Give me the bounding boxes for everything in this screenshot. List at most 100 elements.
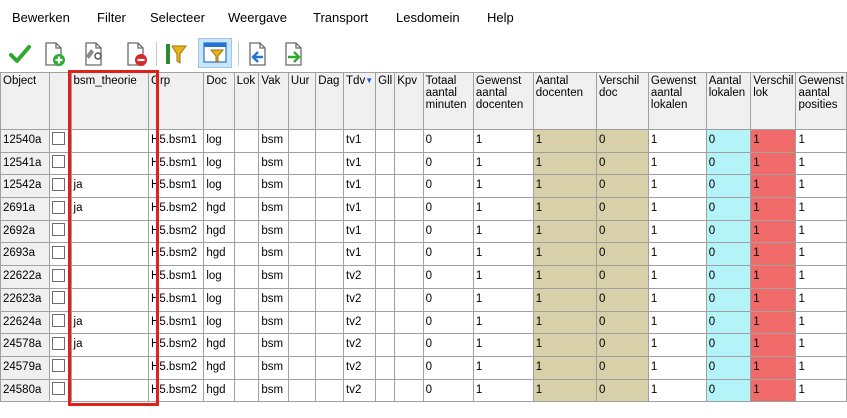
column-header-lok[interactable]: Lok [233,72,260,130]
cell-gll[interactable] [375,333,396,357]
new-document-icon[interactable] [40,40,68,68]
cell-lok[interactable] [233,129,260,153]
row-checkbox[interactable] [52,155,66,169]
cell-verschil-lok[interactable]: 1 [750,378,797,403]
cell-select[interactable] [49,355,72,380]
table-row[interactable]: 22623a H5.bsm1 log bsm tv2 0 1 1 0 1 0 1 1 [0,287,847,312]
cell-lok[interactable] [233,197,260,221]
column-header-verschil-lok[interactable]: Verschil lok [750,72,797,130]
cell-verschil-lok[interactable]: 1 [750,197,797,221]
cell-uur[interactable] [287,129,317,153]
cell-verschil-lok[interactable]: 1 [750,333,797,357]
cell-aantal-docenten[interactable]: 1 [532,310,597,335]
cell-vak[interactable]: bsm [258,129,289,153]
cell-aantal-lokalen[interactable]: 0 [705,378,752,403]
table-row[interactable]: 24580a H5.bsm2 hgd bsm tv2 0 1 1 0 1 0 1 1 [0,378,847,403]
cell-grp[interactable]: H5.bsm1 [148,151,205,176]
table-row[interactable]: 24579a H5.bsm2 hgd bsm tv2 0 1 1 0 1 0 1 1 [0,355,847,380]
cell-gewenst-aantal-docenten[interactable]: 1 [472,151,534,176]
cell-gewenst-aantal-posities[interactable]: 1 [795,129,847,153]
cell-dag[interactable] [315,355,345,380]
cell-dag[interactable] [315,310,345,335]
cell-bsm-theorie[interactable]: ja [70,310,150,335]
cell-uur[interactable] [287,287,317,312]
cell-gll[interactable] [375,378,396,403]
filter-active-icon[interactable] [198,38,232,68]
column-header-verschil-doc[interactable]: Verschil doc [595,72,649,130]
menu-lesdomein[interactable]: Lesdomein [396,10,460,25]
cell-grp[interactable]: H5.bsm2 [148,197,205,221]
cell-gewenst-aantal-docenten[interactable]: 1 [472,287,534,312]
cell-lok[interactable] [233,333,260,357]
cell-gewenst-aantal-lokalen[interactable]: 1 [647,310,707,335]
menu-weergave[interactable]: Weergave [228,10,287,25]
row-checkbox[interactable] [52,177,66,191]
cell-uur[interactable] [287,151,317,176]
cell-uur[interactable] [287,378,317,403]
cell-kpv[interactable] [394,355,424,380]
cell-dag[interactable] [315,151,345,176]
cell-doc[interactable]: log [203,174,235,199]
cell-vak[interactable]: bsm [258,219,289,244]
cell-aantal-docenten[interactable]: 1 [532,129,597,153]
cell-totaal-aantal-minuten[interactable]: 0 [422,174,474,199]
row-checkbox[interactable] [52,336,66,350]
cell-gewenst-aantal-posities[interactable]: 1 [795,197,847,221]
cell-gewenst-aantal-lokalen[interactable]: 1 [647,197,707,221]
table-row[interactable]: 12541a H5.bsm1 log bsm tv1 0 1 1 0 1 0 1 1 [0,151,847,176]
cell-bsm-theorie[interactable] [70,219,150,244]
cell-aantal-lokalen[interactable]: 0 [705,242,752,267]
table-row[interactable]: 2693a H5.bsm2 hgd bsm tv1 0 1 1 0 1 0 1 1 [0,242,847,267]
column-header-doc[interactable]: Doc [203,72,235,130]
cell-totaal-aantal-minuten[interactable]: 0 [422,151,474,176]
cell-kpv[interactable] [394,242,424,267]
cell-aantal-docenten[interactable]: 1 [532,174,597,199]
cell-gewenst-aantal-lokalen[interactable]: 1 [647,242,707,267]
column-header-aantal-docenten[interactable]: Aantal docenten [532,72,597,130]
cell-doc[interactable]: log [203,129,235,153]
table-row[interactable]: 2691a ja H5.bsm2 hgd bsm tv1 0 1 1 0 1 0 1 1 [0,197,847,221]
cell-bsm-theorie[interactable]: ja [70,333,150,357]
cell-grp[interactable]: H5.bsm2 [148,242,205,267]
column-header-totaal-aantal-minuten[interactable]: Totaal aantal minuten [422,72,474,130]
cell-uur[interactable] [287,333,317,357]
cell-uur[interactable] [287,219,317,244]
cell-doc[interactable]: hgd [203,219,235,244]
cell-gll[interactable] [375,174,396,199]
cell-uur[interactable] [287,265,317,289]
cell-grp[interactable]: H5.bsm2 [148,333,205,357]
table-row[interactable]: 22622a H5.bsm1 log bsm tv2 0 1 1 0 1 0 1 1 [0,265,847,289]
properties-icon[interactable] [80,40,108,68]
cell-totaal-aantal-minuten[interactable]: 0 [422,129,474,153]
cell-lok[interactable] [233,151,260,176]
cell-lok[interactable] [233,265,260,289]
cell-doc[interactable]: log [203,310,235,335]
cell-dag[interactable] [315,129,345,153]
table-row[interactable]: 12542a ja H5.bsm1 log bsm tv1 0 1 1 0 1 0 1 1 [0,174,847,199]
column-header-vak[interactable]: Vak [258,72,289,130]
cell-verschil-lok[interactable]: 1 [750,174,797,199]
cell-tdv[interactable]: tv1 [343,219,377,244]
cell-gewenst-aantal-lokalen[interactable]: 1 [647,333,707,357]
table-row[interactable]: 2692a H5.bsm2 hgd bsm tv1 0 1 1 0 1 0 1 1 [0,219,847,244]
cell-dag[interactable] [315,265,345,289]
cell-gewenst-aantal-docenten[interactable]: 1 [472,333,534,357]
cell-verschil-lok[interactable]: 1 [750,129,797,153]
column-header-grp[interactable]: Grp [148,72,205,130]
cell-select[interactable] [49,378,72,403]
cell-vak[interactable]: bsm [258,265,289,289]
row-checkbox[interactable] [52,200,66,214]
row-checkbox[interactable] [52,223,66,237]
cell-kpv[interactable] [394,197,424,221]
cell-totaal-aantal-minuten[interactable]: 0 [422,333,474,357]
column-header-gewenst-aantal-posities[interactable]: Gewenst aantal posities [795,72,847,130]
cell-gll[interactable] [375,310,396,335]
cell-gewenst-aantal-docenten[interactable]: 1 [472,378,534,403]
cell-aantal-docenten[interactable]: 1 [532,333,597,357]
column-header-aantal-lokalen[interactable]: Aantal lokalen [705,72,752,130]
cell-totaal-aantal-minuten[interactable]: 0 [422,378,474,403]
cell-gll[interactable] [375,129,396,153]
cell-kpv[interactable] [394,333,424,357]
cell-totaal-aantal-minuten[interactable]: 0 [422,287,474,312]
cell-bsm-theorie[interactable] [70,378,150,403]
